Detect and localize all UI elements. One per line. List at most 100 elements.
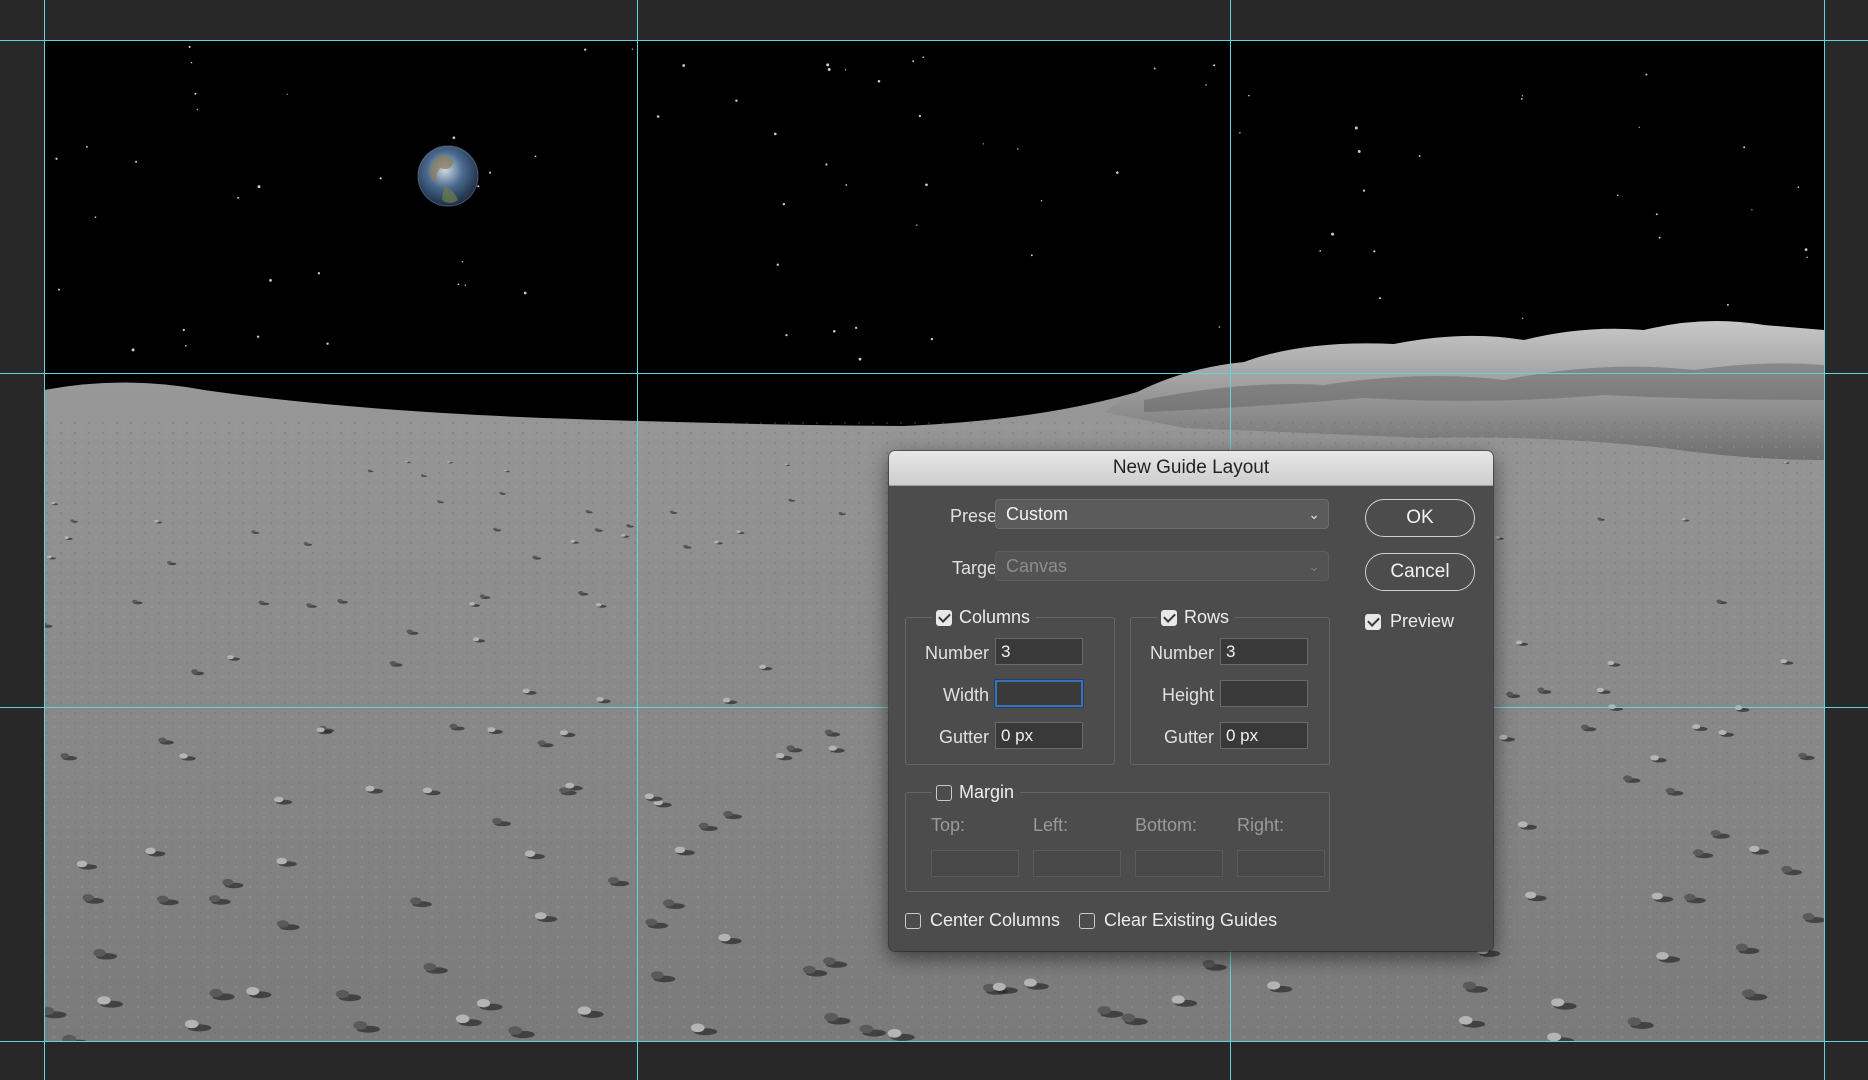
rock (499, 491, 503, 494)
margin-checkbox[interactable] (936, 784, 952, 801)
rock (1515, 640, 1523, 645)
rock (167, 561, 172, 565)
rock (476, 999, 491, 1008)
rock (803, 965, 816, 974)
star (1521, 95, 1524, 97)
star (1726, 303, 1729, 306)
rows-height-input[interactable] (1220, 680, 1308, 707)
star (1357, 150, 1361, 153)
rock (449, 723, 458, 729)
dialog-title[interactable]: New Guide Layout (889, 451, 1493, 486)
rock (1784, 461, 1787, 464)
rock (472, 637, 480, 642)
star (269, 279, 272, 282)
rock (437, 500, 441, 503)
rock (447, 461, 451, 463)
clear-existing-guides-checkbox[interactable] (1079, 912, 1095, 929)
star (845, 184, 848, 186)
star (256, 335, 260, 338)
star (631, 48, 634, 50)
rock (60, 753, 69, 759)
guide-horizontal-1[interactable] (0, 40, 1868, 41)
rock (423, 962, 437, 971)
rock (222, 878, 234, 886)
star (584, 48, 587, 51)
rock (537, 740, 546, 746)
star (190, 61, 193, 64)
margin-label: Margin (959, 782, 1015, 802)
columns-label: Columns (959, 607, 1031, 627)
star (461, 260, 464, 263)
rows-gutter-input[interactable]: 0 px (1220, 722, 1308, 749)
star (1645, 73, 1648, 76)
rows-label: Rows (1184, 607, 1230, 627)
star (1616, 194, 1619, 197)
rock (1735, 943, 1748, 952)
star (1213, 64, 1216, 67)
guide-vertical-4[interactable] (1824, 0, 1825, 1080)
rock (595, 603, 602, 607)
star (85, 145, 88, 148)
clear-existing-guides-label: Clear Existing Guides (1104, 910, 1278, 930)
rock (565, 782, 575, 789)
clear-existing-guides-toggle[interactable]: Clear Existing Guides (1079, 910, 1277, 931)
guide-vertical-1[interactable] (44, 0, 45, 1080)
margin-top-input (931, 850, 1019, 877)
rock (859, 1024, 874, 1034)
star (1153, 67, 1156, 70)
rock (1665, 787, 1675, 794)
star (135, 160, 138, 163)
rock (698, 822, 709, 829)
guide-horizontal-4[interactable] (0, 1041, 1868, 1042)
star (735, 99, 738, 102)
columns-gutter-input[interactable]: 0 px (995, 722, 1083, 749)
preview-toggle[interactable]: Preview (1365, 611, 1454, 632)
columns-legend[interactable]: Columns (932, 607, 1037, 628)
rock (559, 787, 569, 794)
rock (51, 502, 55, 505)
margin-bottom-input (1135, 850, 1223, 877)
margin-legend[interactable]: Margin (932, 782, 1021, 803)
rock (824, 729, 833, 735)
rock (1171, 995, 1185, 1004)
star (257, 185, 261, 189)
rock (157, 895, 169, 903)
preview-checkbox[interactable] (1365, 613, 1381, 630)
rock (97, 996, 111, 1005)
ok-button[interactable]: OK (1365, 499, 1475, 537)
guide-horizontal-2[interactable] (0, 373, 1868, 374)
rock (577, 1006, 592, 1015)
cancel-button[interactable]: Cancel (1365, 553, 1475, 591)
columns-checkbox[interactable] (936, 609, 952, 626)
rock (784, 463, 788, 466)
preview-label: Preview (1390, 611, 1455, 631)
preset-select[interactable]: Custom ⌄ (995, 499, 1329, 529)
rock (1656, 952, 1669, 960)
star (785, 333, 788, 337)
rock (274, 796, 284, 803)
rock (683, 544, 688, 548)
rock (608, 877, 619, 884)
star (55, 157, 58, 160)
columns-width-input[interactable] (995, 680, 1083, 707)
center-columns-toggle[interactable]: Center Columns (905, 910, 1060, 931)
rock (1681, 518, 1686, 521)
rows-checkbox[interactable] (1161, 609, 1177, 626)
rock (258, 600, 264, 604)
rows-number-input[interactable]: 3 (1220, 638, 1308, 665)
rock (650, 971, 664, 980)
rock (1623, 775, 1632, 781)
guide-vertical-2[interactable] (637, 0, 638, 1080)
center-columns-checkbox[interactable] (905, 912, 921, 929)
rows-gutter-label: Gutter (1163, 727, 1214, 747)
rock (1525, 891, 1537, 899)
columns-width-label: Width (942, 685, 989, 705)
rock (1597, 517, 1602, 520)
columns-number-label: Number (924, 643, 989, 663)
rows-legend[interactable]: Rows (1157, 607, 1236, 628)
columns-number-input[interactable]: 3 (995, 638, 1083, 665)
rock (422, 787, 432, 794)
rock (410, 897, 422, 905)
star (457, 283, 460, 286)
star (57, 288, 61, 291)
